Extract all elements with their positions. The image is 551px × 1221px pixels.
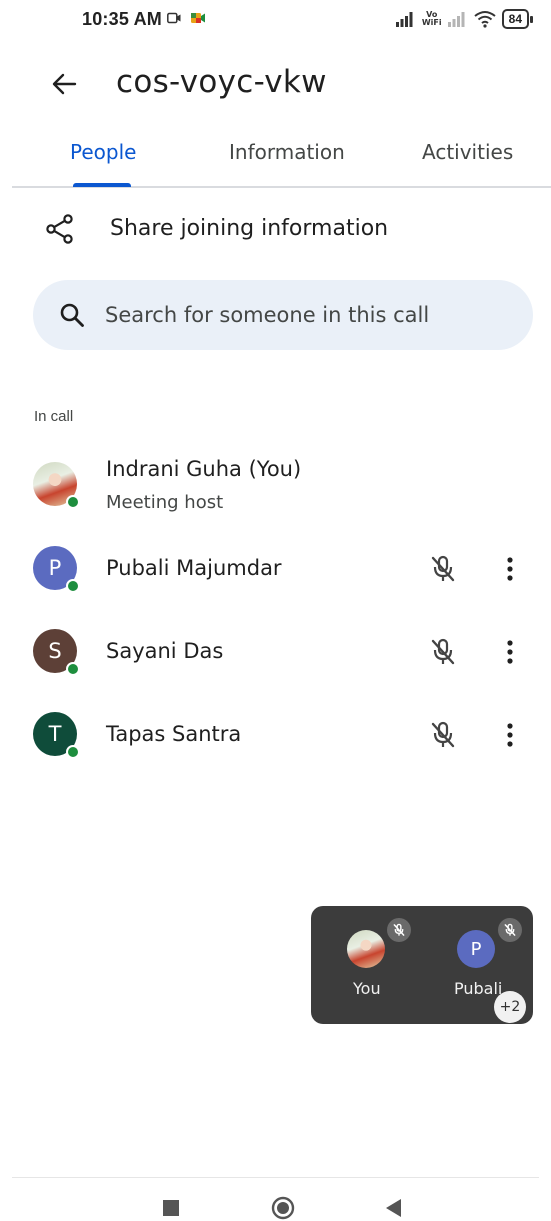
share-joining-info-row[interactable]: Share joining information — [0, 200, 551, 260]
mic-off-icon[interactable] — [428, 554, 458, 584]
video-status-icon — [167, 12, 181, 24]
page-title: cos-voyc-vkw — [116, 64, 327, 100]
search-bar[interactable] — [33, 280, 533, 350]
participant-row[interactable]: T Tapas Santra — [0, 700, 551, 770]
more-vert-icon — [507, 557, 513, 581]
arrow-back-icon — [52, 73, 77, 95]
mic-off-icon[interactable] — [428, 637, 458, 667]
search-icon — [60, 303, 84, 327]
more-options-button[interactable] — [500, 720, 520, 750]
vowifi-indicator: Vo WiFi — [422, 11, 442, 27]
back-button[interactable] — [44, 64, 84, 104]
mic-off-icon — [393, 923, 405, 936]
share-icon — [46, 214, 73, 244]
participant-name: Tapas Santra — [106, 722, 242, 746]
more-vert-icon — [507, 723, 513, 747]
mic-off-icon[interactable] — [428, 720, 458, 750]
tile-avatar: P — [457, 930, 495, 968]
back-icon — [386, 1199, 401, 1217]
mic-off-icon — [504, 923, 516, 936]
participant-name: Pubali Majumdar — [106, 556, 282, 580]
online-status-dot — [66, 579, 80, 593]
signal-icon — [395, 12, 413, 27]
floating-call-tile[interactable]: You P Pubali +2 — [311, 906, 533, 1024]
participant-name: Sayani Das — [106, 639, 224, 663]
section-label-in-call: In call — [34, 408, 74, 425]
tile-mic-off — [498, 918, 522, 942]
participant-row[interactable]: Indrani Guha (You) Meeting host — [0, 448, 551, 518]
nav-divider — [12, 1177, 539, 1178]
participant-row[interactable]: P Pubali Majumdar — [0, 534, 551, 604]
online-status-dot — [66, 745, 80, 759]
battery-indicator: 84 — [501, 9, 534, 29]
tile-name: Pubali — [454, 979, 503, 998]
avatar: T — [33, 712, 80, 759]
avatar: S — [33, 629, 80, 676]
signal-2-icon — [447, 12, 465, 27]
meet-status-icon — [191, 13, 205, 23]
recent-apps-icon — [163, 1200, 179, 1216]
more-options-button[interactable] — [500, 554, 520, 584]
tab-activities[interactable]: Activities — [422, 140, 513, 164]
share-label: Share joining information — [110, 216, 389, 241]
tile-mic-off — [387, 918, 411, 942]
recent-apps-button[interactable] — [161, 1198, 181, 1218]
search-input[interactable] — [105, 280, 515, 350]
more-participants-badge[interactable]: +2 — [494, 991, 526, 1023]
avatar-initial: T — [48, 722, 62, 746]
home-button[interactable] — [268, 1196, 298, 1220]
participant-row[interactable]: S Sayani Das — [0, 617, 551, 687]
tile-avatar — [347, 930, 385, 968]
more-vert-icon — [507, 640, 513, 664]
status-bar: 10:35 AM Vo WiFi 84 — [0, 0, 551, 40]
vowifi-bottom: WiFi — [421, 18, 442, 27]
participant-role: Meeting host — [106, 492, 224, 513]
tab-information[interactable]: Information — [229, 140, 345, 164]
wifi-icon — [474, 11, 496, 28]
nav-back-button[interactable] — [384, 1198, 404, 1218]
participant-name: Indrani Guha (You) — [106, 457, 302, 481]
online-status-dot — [66, 662, 80, 676]
avatar-initial: P — [48, 556, 62, 580]
online-status-dot — [66, 495, 80, 509]
tile-name: You — [353, 979, 381, 998]
avatar: P — [33, 546, 80, 593]
tab-active-indicator — [73, 183, 131, 187]
tab-bar: People Information Activities — [12, 130, 551, 188]
more-options-button[interactable] — [500, 637, 520, 667]
tab-people[interactable]: People — [70, 140, 136, 164]
avatar-initial: P — [470, 938, 482, 960]
avatar-initial: S — [48, 639, 62, 663]
status-time: 10:35 AM — [82, 9, 162, 29]
status-right-group: Vo WiFi 84 — [395, 9, 534, 29]
home-icon — [271, 1196, 295, 1220]
avatar — [33, 462, 80, 509]
